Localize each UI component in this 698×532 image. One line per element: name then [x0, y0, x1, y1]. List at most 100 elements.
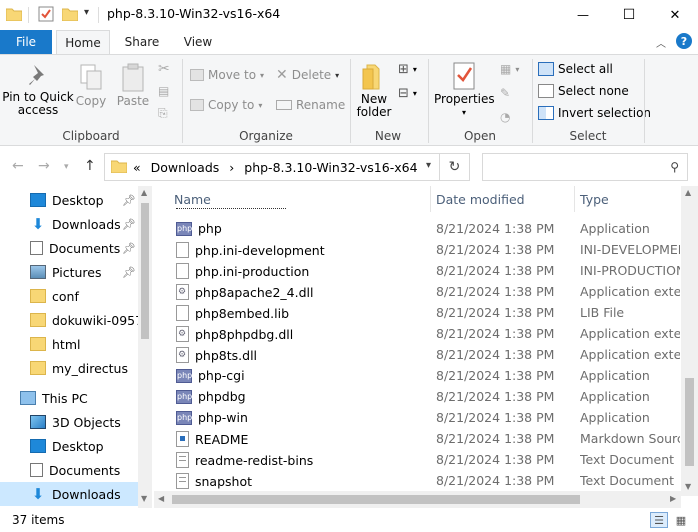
properties-button[interactable]: Properties ▾ — [434, 61, 495, 119]
file-list-scroll-thumb[interactable] — [685, 378, 694, 466]
scroll-down-icon[interactable]: ▼ — [141, 494, 147, 503]
paste-shortcut-button[interactable]: ⎘ — [158, 103, 168, 123]
file-row[interactable]: php php 8/21/2024 1:38 PM Application — [172, 218, 692, 239]
file-row[interactable]: php php-cgi 8/21/2024 1:38 PM Application — [172, 365, 692, 386]
copy-path-button[interactable]: ▤ — [158, 81, 169, 101]
collapse-ribbon-icon[interactable]: ︿ — [656, 35, 666, 50]
text-file-icon — [176, 452, 189, 468]
quick-access-dropdown-icon[interactable]: ▾ — [84, 7, 89, 18]
column-header-type[interactable]: Type — [580, 186, 609, 212]
edit-button[interactable]: ✎ — [500, 83, 510, 103]
scroll-left-icon[interactable]: ◀ — [158, 494, 164, 503]
tab-view[interactable]: View — [172, 30, 224, 54]
column-divider[interactable] — [574, 186, 575, 212]
copy-to-button[interactable]: Copy to ▾ — [190, 95, 262, 115]
history-button[interactable]: ◔ — [500, 107, 510, 127]
move-to-button[interactable]: Move to ▾ — [190, 65, 264, 85]
nav-item-pictures[interactable]: Pictures 📌︎ — [0, 260, 140, 284]
copy-to-label: Copy to — [208, 98, 255, 112]
breadcrumb-separator[interactable]: › — [229, 160, 234, 175]
large-icons-view-button[interactable]: ▦ — [672, 512, 690, 528]
nav-item-my-directus[interactable]: my_directus — [0, 356, 140, 380]
new-folder-button[interactable]: New folder — [354, 61, 394, 119]
nav-item-pc-downloads[interactable]: ⬇ Downloads — [0, 482, 140, 506]
nav-item-html[interactable]: html — [0, 332, 140, 356]
scroll-down-icon[interactable]: ▼ — [685, 482, 691, 491]
file-row[interactable]: php8phpdbg.dll 8/21/2024 1:38 PM Applicati… — [172, 323, 692, 344]
file-list-hscroll-thumb[interactable] — [172, 495, 580, 504]
nav-item-pc-documents[interactable]: Documents — [0, 458, 140, 482]
new-item-button[interactable]: ⊞ ▾ — [398, 59, 417, 79]
properties-quick-icon[interactable] — [38, 6, 54, 22]
select-all-icon — [538, 62, 554, 76]
file-row[interactable]: readme-redist-bins 8/21/2024 1:38 PM Text … — [172, 449, 692, 470]
file-row[interactable]: php phpdbg 8/21/2024 1:38 PM Application — [172, 386, 692, 407]
file-name-cell: readme-redist-bins — [176, 452, 313, 468]
up-arrow-icon[interactable]: ↑ — [84, 158, 96, 174]
folder-icon — [30, 361, 46, 375]
file-name: phpdbg — [198, 389, 246, 404]
delete-button[interactable]: ✕ Delete ▾ — [276, 65, 339, 85]
open-button[interactable]: ▦ ▾ — [500, 59, 519, 79]
file-row[interactable]: php8apache2_4.dll 8/21/2024 1:38 PM Applic… — [172, 281, 692, 302]
details-view-button[interactable]: ☰ — [650, 512, 668, 528]
select-none-button[interactable]: Select none — [538, 81, 629, 101]
forward-arrow-icon[interactable]: → — [38, 158, 50, 174]
nav-item-downloads[interactable]: ⬇ Downloads 📌︎ — [0, 212, 140, 236]
file-row[interactable]: php php-win 8/21/2024 1:38 PM Application — [172, 407, 692, 428]
delete-label: Delete — [291, 68, 332, 82]
cut-button[interactable]: ✂ — [158, 59, 170, 79]
nav-item-3d-objects[interactable]: 3D Objects — [0, 410, 140, 434]
breadcrumb-overflow[interactable]: « — [133, 160, 141, 175]
help-icon[interactable]: ? — [676, 33, 692, 49]
scroll-right-icon[interactable]: ▶ — [670, 494, 676, 503]
breadcrumb-downloads[interactable]: Downloads — [151, 160, 220, 175]
chevron-down-icon[interactable]: ▾ — [426, 160, 431, 171]
nav-item-conf[interactable]: conf — [0, 284, 140, 308]
nav-item-this-pc[interactable]: This PC — [0, 386, 140, 410]
nav-item-documents[interactable]: Documents 📌︎ — [0, 236, 140, 260]
invert-selection-button[interactable]: Invert selection — [538, 103, 651, 123]
scroll-up-icon[interactable]: ▲ — [141, 188, 147, 197]
tab-file[interactable]: File — [0, 30, 52, 54]
column-header-date[interactable]: Date modified — [436, 186, 525, 212]
paste-button[interactable]: Paste — [114, 63, 152, 108]
refresh-button[interactable]: ↻ — [440, 153, 470, 181]
back-arrow-icon[interactable]: ← — [12, 158, 24, 174]
file-row[interactable]: php.ini-production 8/21/2024 1:38 PM INI-P… — [172, 260, 692, 281]
nav-item-desktop[interactable]: Desktop 📌︎ — [0, 188, 140, 212]
breadcrumb-current[interactable]: php-8.3.10-Win32-vs16-x64 — [244, 160, 417, 175]
easy-access-button[interactable]: ⊟ ▾ — [398, 83, 417, 103]
new-folder-quick-icon[interactable] — [62, 8, 78, 21]
file-type: Text Document — [580, 452, 675, 467]
search-input[interactable]: ⚲ — [482, 153, 688, 181]
nav-item-pc-desktop[interactable]: Desktop — [0, 434, 140, 458]
pin-to-quick-access-button[interactable]: Pin to Quick access — [2, 63, 74, 117]
invert-selection-icon — [538, 106, 554, 120]
tab-home[interactable]: Home — [56, 30, 110, 54]
rename-button[interactable]: Rename — [276, 95, 345, 115]
nav-item-label: dokuwiki-09576e — [52, 312, 140, 328]
maximize-icon: ☐ — [622, 7, 636, 23]
file-row[interactable]: php8ts.dll 8/21/2024 1:38 PM Application e… — [172, 344, 692, 365]
copy-button[interactable]: Copy — [74, 63, 108, 108]
close-button[interactable]: ✕ — [652, 0, 698, 30]
scroll-up-icon[interactable]: ▲ — [685, 188, 691, 197]
recent-locations-icon[interactable]: ▾ — [64, 162, 69, 172]
nav-item-dokuwiki[interactable]: dokuwiki-09576e — [0, 308, 140, 332]
select-all-button[interactable]: Select all — [538, 59, 613, 79]
minimize-button[interactable]: — — [560, 0, 606, 30]
file-row[interactable]: php8embed.lib 8/21/2024 1:38 PM LIB File — [172, 302, 692, 323]
pin-icon: 📌︎ — [122, 265, 136, 279]
maximize-button[interactable]: ☐ — [606, 0, 652, 30]
nav-pane-scroll-thumb[interactable] — [141, 203, 149, 339]
nav-item-label: Pictures — [52, 264, 102, 280]
file-row[interactable]: snapshot 8/21/2024 1:38 PM Text Document — [172, 470, 692, 491]
file-date: 8/21/2024 1:38 PM — [436, 431, 555, 446]
address-bar[interactable]: « Downloads › php-8.3.10-Win32-vs16-x64 … — [104, 153, 440, 181]
file-row[interactable]: php.ini-development 8/21/2024 1:38 PM INI-… — [172, 239, 692, 260]
column-divider[interactable] — [430, 186, 431, 212]
tab-share[interactable]: Share — [114, 30, 170, 54]
nav-item-label: html — [52, 336, 81, 352]
file-row[interactable]: README 8/21/2024 1:38 PM Markdown Source..… — [172, 428, 692, 449]
